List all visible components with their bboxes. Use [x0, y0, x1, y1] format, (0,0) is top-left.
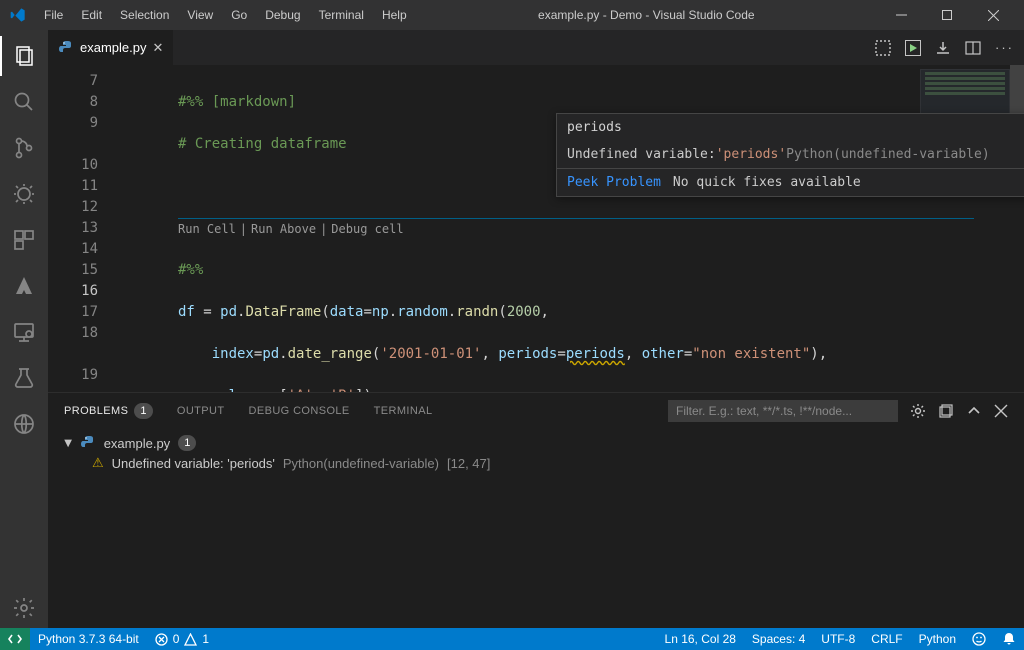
- menu-selection[interactable]: Selection: [112, 4, 177, 26]
- download-icon[interactable]: [935, 40, 951, 56]
- status-bar: Python 3.7.3 64-bit 0 1 Ln 16, Col 28 Sp…: [0, 628, 1024, 650]
- problems-file-row[interactable]: ▶ example.py 1: [64, 433, 1008, 453]
- status-python-version[interactable]: Python 3.7.3 64-bit: [30, 628, 147, 650]
- status-encoding[interactable]: UTF-8: [813, 628, 863, 650]
- editor-tab-bar: example.py ✕ ···: [48, 30, 1024, 65]
- editor-tab[interactable]: example.py ✕: [48, 30, 174, 65]
- problem-source: Python(undefined-variable): [283, 456, 439, 471]
- tab-debug-console[interactable]: DEBUG CONSOLE: [249, 405, 350, 417]
- status-eol[interactable]: CRLF: [863, 628, 910, 650]
- menu-bar: File Edit Selection View Go Debug Termin…: [36, 4, 415, 26]
- problems-file-count: 1: [178, 435, 196, 451]
- window-title: example.py - Demo - Visual Studio Code: [415, 8, 878, 22]
- status-cursor-position[interactable]: Ln 16, Col 28: [657, 628, 744, 650]
- problem-location: [12, 47]: [447, 456, 490, 471]
- activity-bar: [0, 30, 48, 628]
- remote-explorer-icon[interactable]: [0, 312, 48, 352]
- status-problems[interactable]: 0 1: [147, 628, 217, 650]
- peek-problem-link[interactable]: Peek Problem: [567, 175, 661, 190]
- menu-go[interactable]: Go: [223, 4, 255, 26]
- tab-terminal[interactable]: TERMINAL: [374, 405, 433, 417]
- tab-output[interactable]: OUTPUT: [177, 405, 225, 417]
- python-file-icon: [80, 435, 96, 451]
- azure-icon[interactable]: [0, 266, 48, 306]
- minimize-button[interactable]: [878, 0, 924, 30]
- problems-filter-input[interactable]: [668, 400, 898, 422]
- line-gutter: 7 8 9 10 11 12 13 14 15 16 17 18 19: [48, 65, 118, 392]
- search-icon[interactable]: [0, 82, 48, 122]
- problem-message: Undefined variable: 'periods': [112, 456, 275, 471]
- tab-problems[interactable]: PROBLEMS1: [64, 403, 153, 419]
- status-feedback-icon[interactable]: [964, 628, 994, 650]
- extensions-icon[interactable]: [0, 220, 48, 260]
- menu-help[interactable]: Help: [374, 4, 415, 26]
- split-editor-icon[interactable]: [965, 40, 981, 56]
- status-notifications-icon[interactable]: [994, 628, 1024, 650]
- source-control-icon[interactable]: [0, 128, 48, 168]
- hover-diagnostic-widget: periods Undefined variable: 'periods' Py…: [556, 113, 1024, 197]
- menu-view[interactable]: View: [179, 4, 221, 26]
- explorer-icon[interactable]: [0, 36, 48, 76]
- tab-filename: example.py: [80, 40, 146, 55]
- test-icon[interactable]: [0, 358, 48, 398]
- status-indentation[interactable]: Spaces: 4: [744, 628, 813, 650]
- collapse-all-icon[interactable]: [938, 403, 954, 419]
- run-file-icon[interactable]: [905, 40, 921, 56]
- hover-title: periods: [557, 114, 1024, 141]
- live-share-icon[interactable]: [0, 404, 48, 444]
- debug-icon[interactable]: [0, 174, 48, 214]
- filter-settings-icon[interactable]: [910, 403, 926, 419]
- menu-edit[interactable]: Edit: [73, 4, 110, 26]
- python-file-icon: [58, 40, 74, 56]
- menu-terminal[interactable]: Terminal: [311, 4, 372, 26]
- bottom-panel: PROBLEMS1 OUTPUT DEBUG CONSOLE TERMINAL …: [48, 392, 1024, 628]
- code-lens[interactable]: Run Cell|Run Above|Debug cell: [178, 218, 974, 239]
- menu-file[interactable]: File: [36, 4, 71, 26]
- maximize-button[interactable]: [924, 0, 970, 30]
- close-button[interactable]: [970, 0, 1016, 30]
- remote-indicator[interactable]: [0, 628, 30, 650]
- tab-close-icon[interactable]: ✕: [152, 40, 163, 56]
- warning-icon: ⚠: [92, 455, 104, 471]
- problem-item[interactable]: ⚠ Undefined variable: 'periods' Python(u…: [64, 453, 1008, 473]
- vscode-logo-icon: [8, 7, 36, 23]
- run-cell-icon[interactable]: [875, 40, 891, 56]
- panel-maximize-icon[interactable]: [966, 403, 982, 419]
- settings-gear-icon[interactable]: [0, 588, 48, 628]
- no-quick-fixes-label: No quick fixes available: [673, 175, 861, 190]
- editor[interactable]: 7 8 9 10 11 12 13 14 15 16 17 18 19 #%% …: [48, 65, 1024, 392]
- problems-filename: example.py: [104, 436, 170, 451]
- chevron-down-icon: ▶: [62, 439, 73, 447]
- hover-message: Undefined variable: 'periods' Python(und…: [557, 141, 1024, 168]
- menu-debug[interactable]: Debug: [257, 4, 308, 26]
- title-bar: File Edit Selection View Go Debug Termin…: [0, 0, 1024, 30]
- panel-close-icon[interactable]: [994, 404, 1008, 418]
- status-language[interactable]: Python: [911, 628, 964, 650]
- more-actions-icon[interactable]: ···: [995, 40, 1014, 55]
